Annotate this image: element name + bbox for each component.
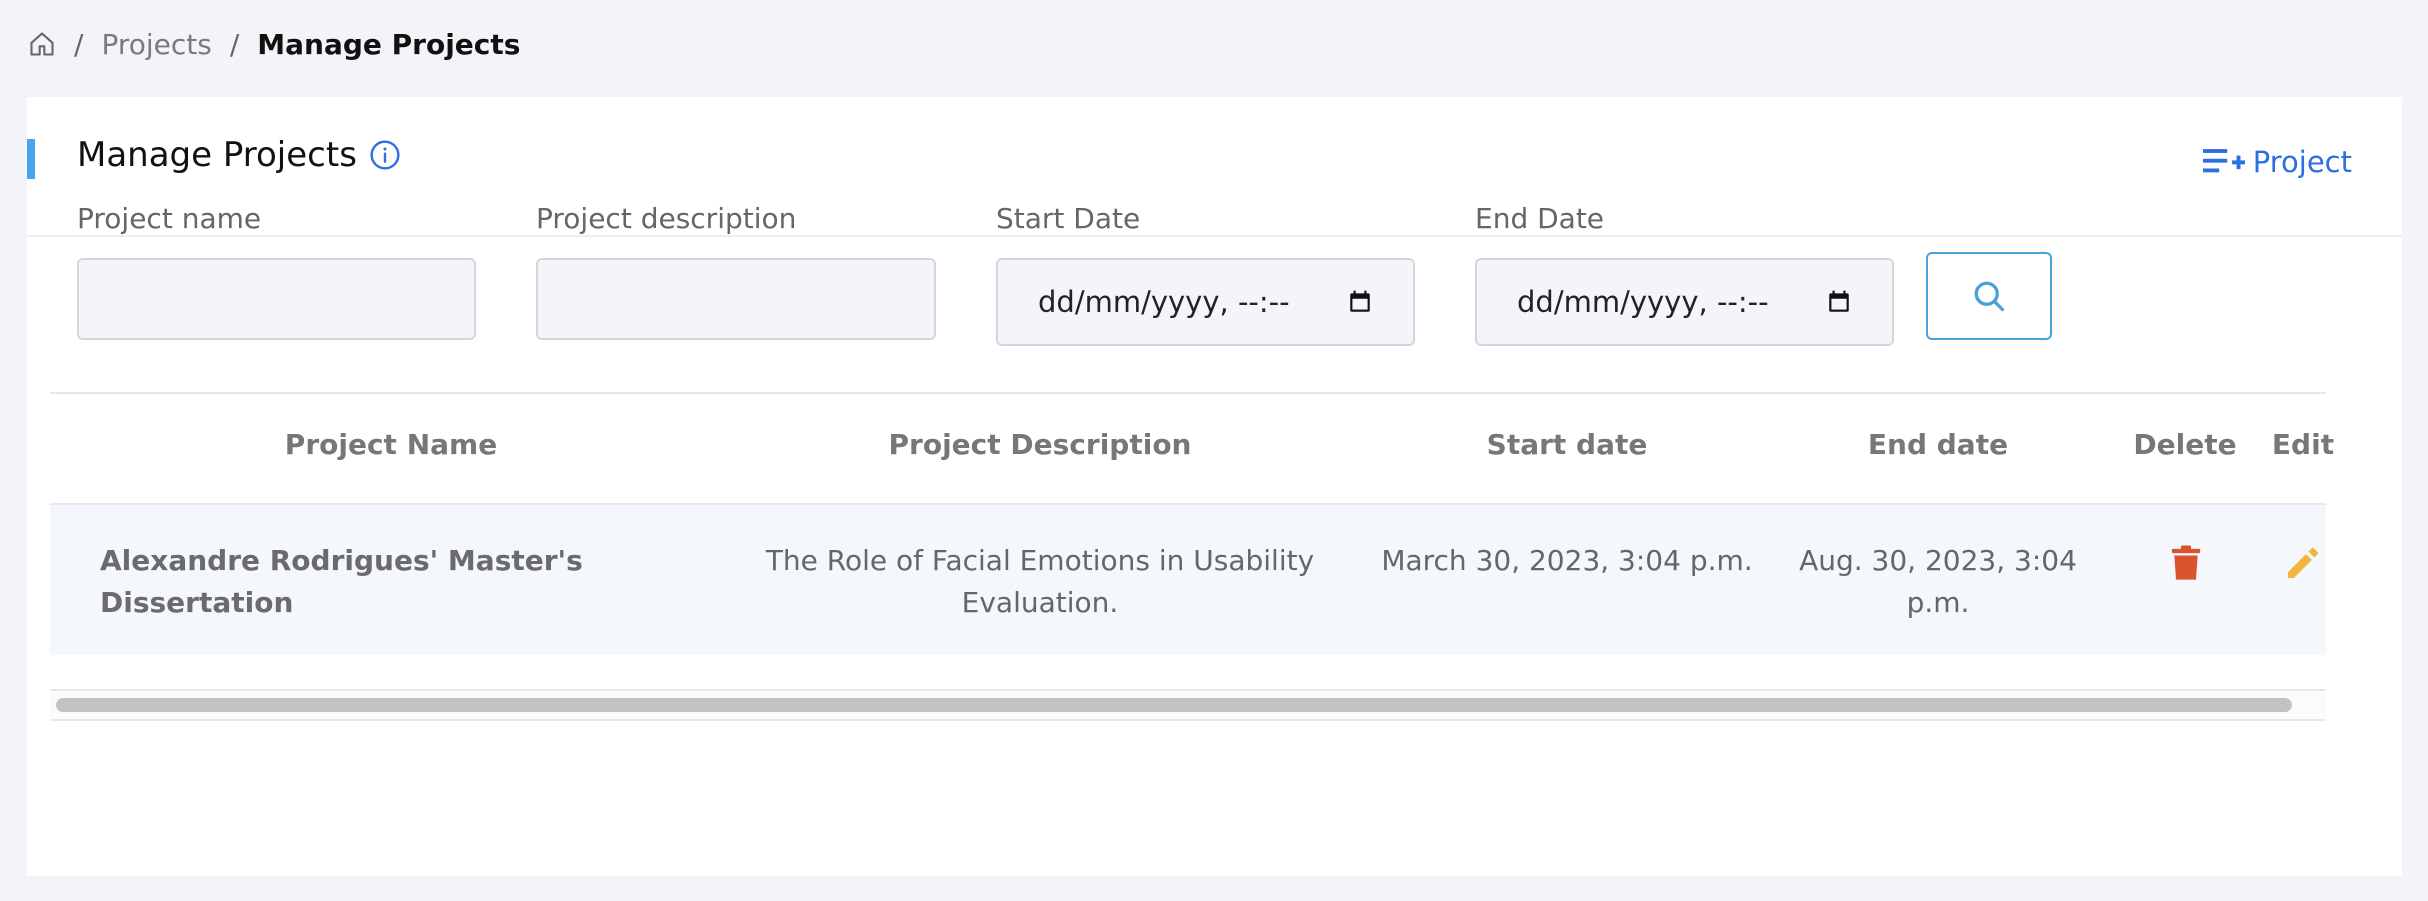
- start-date-input[interactable]: dd/mm/yyyy, --:--: [996, 258, 1415, 346]
- card-header: Manage Projects Project: [27, 97, 2402, 237]
- column-header-edit: Edit: [2271, 428, 2335, 461]
- project-description-input[interactable]: [536, 258, 936, 340]
- cell-project-description-line: The Role of Facial Emotions in Usability: [765, 544, 1315, 577]
- start-date-label: Start Date: [996, 202, 1141, 235]
- playlist-add-icon: [2202, 145, 2245, 179]
- project-name-label: Project name: [77, 202, 262, 235]
- breadcrumb-current: Manage Projects: [257, 27, 521, 61]
- search-button[interactable]: [1926, 252, 2052, 340]
- cell-end-date: Aug. 30, 2023, 3:04 p.m.: [1799, 544, 2077, 619]
- column-header-delete: Delete: [2133, 428, 2237, 461]
- add-project-label: Project: [2252, 145, 2352, 179]
- page-title: Manage Projects: [77, 135, 401, 175]
- calendar-icon[interactable]: [1826, 289, 1852, 315]
- page-title-text: Manage Projects: [77, 135, 357, 175]
- info-icon[interactable]: [369, 139, 401, 171]
- breadcrumb-projects-link[interactable]: Projects: [101, 28, 211, 61]
- cell-project-description-line: Evaluation.: [961, 586, 1119, 619]
- end-date-label: End Date: [1475, 202, 1605, 235]
- project-description-label: Project description: [536, 202, 797, 235]
- column-header-project-name[interactable]: Project Name: [285, 428, 497, 461]
- start-date-placeholder: dd/mm/yyyy, --:--: [1038, 285, 1290, 319]
- cell-project-name: Alexandre Rodrigues' Master's Dissertati…: [100, 544, 583, 619]
- cell-project-description: The Role of Facial Emotions in Usability…: [760, 540, 1320, 624]
- scrollbar-thumb[interactable]: [56, 698, 2292, 712]
- search-icon: [1971, 278, 2007, 314]
- edit-icon[interactable]: [2283, 541, 2323, 585]
- horizontal-scrollbar[interactable]: [50, 689, 2326, 721]
- add-project-button[interactable]: Project: [2202, 145, 2352, 179]
- manage-projects-card: Manage Projects Project: [27, 97, 2402, 876]
- breadcrumb-separator: /: [74, 27, 84, 61]
- column-header-project-description[interactable]: Project Description: [889, 428, 1192, 461]
- column-header-end-date[interactable]: End date: [1868, 428, 2008, 461]
- calendar-icon[interactable]: [1347, 289, 1373, 315]
- cell-start-date: March 30, 2023, 3:04 p.m.: [1381, 544, 1753, 577]
- column-header-start-date[interactable]: Start date: [1487, 428, 1648, 461]
- end-date-placeholder: dd/mm/yyyy, --:--: [1517, 285, 1769, 319]
- table-divider: [50, 392, 2326, 394]
- home-icon[interactable]: [28, 30, 56, 58]
- delete-icon[interactable]: [2166, 541, 2206, 585]
- project-name-input[interactable]: [77, 258, 476, 340]
- breadcrumb-separator: /: [229, 27, 240, 61]
- end-date-input[interactable]: dd/mm/yyyy, --:--: [1475, 258, 1894, 346]
- accent-bar: [27, 139, 35, 179]
- breadcrumb: / Projects / Manage Projects: [28, 24, 520, 64]
